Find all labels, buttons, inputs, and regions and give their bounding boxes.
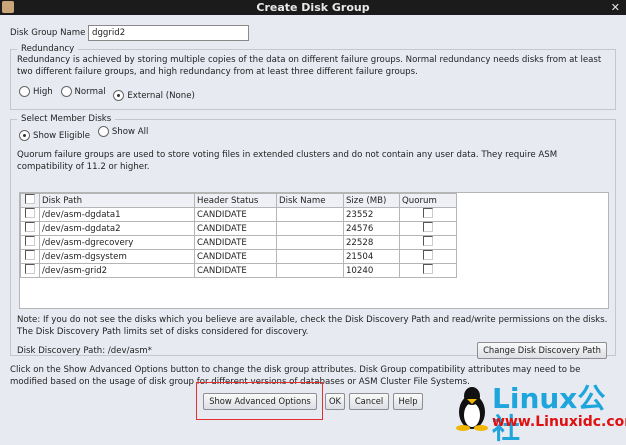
col-disk-name[interactable]: Disk Name bbox=[275, 193, 344, 208]
tux-icon bbox=[456, 387, 488, 431]
cell-header-status: CANDIDATE bbox=[194, 221, 277, 236]
table-row[interactable]: /dev/asm-dgsystem CANDIDATE 21504 bbox=[20, 249, 457, 264]
row-select-checkbox[interactable] bbox=[25, 208, 35, 218]
cell-size: 24576 bbox=[342, 221, 401, 236]
member-disks-legend: Select Member Disks bbox=[21, 114, 112, 124]
col-header-status[interactable]: Header Status bbox=[194, 193, 277, 208]
discovery-path: Disk Discovery Path: /dev/asm* bbox=[17, 346, 152, 356]
cell-size: 10240 bbox=[342, 263, 401, 278]
cell-disk-path: /dev/asm-grid2 bbox=[39, 263, 195, 278]
radio-show-eligible[interactable]: Show Eligible bbox=[19, 130, 90, 141]
cell-header-status: CANDIDATE bbox=[194, 263, 277, 278]
cell-disk-path: /dev/asm-dgrecovery bbox=[39, 235, 195, 250]
help-button[interactable]: Help bbox=[393, 393, 423, 410]
disk-table: Disk Path Header Status Disk Name Size (… bbox=[20, 193, 457, 278]
cell-size: 21504 bbox=[342, 249, 401, 264]
redundancy-legend: Redundancy bbox=[21, 44, 75, 54]
quorum-checkbox[interactable] bbox=[423, 222, 433, 232]
title-bar: Create Disk Group ✕ bbox=[0, 0, 626, 15]
quorum-checkbox[interactable] bbox=[423, 264, 433, 274]
quorum-note: Quorum failure groups are used to store … bbox=[17, 150, 558, 172]
watermark-logo: Linux公社 www.Linuxidc.com bbox=[452, 382, 626, 444]
disk-group-name-input[interactable]: dggrid2 bbox=[88, 25, 249, 41]
cell-header-status: CANDIDATE bbox=[194, 207, 277, 222]
col-size[interactable]: Size (MB) bbox=[342, 193, 401, 208]
change-discovery-path-button[interactable]: Change Disk Discovery Path bbox=[477, 342, 607, 359]
table-row[interactable]: /dev/asm-grid2 CANDIDATE 10240 bbox=[20, 263, 457, 278]
cell-header-status: CANDIDATE bbox=[194, 249, 277, 264]
redundancy-group: Redundancy Redundancy is achieved by sto… bbox=[10, 44, 616, 110]
cell-disk-name bbox=[275, 249, 344, 264]
quorum-checkbox[interactable] bbox=[423, 250, 433, 260]
quorum-checkbox[interactable] bbox=[423, 236, 433, 246]
show-advanced-options-button[interactable]: Show Advanced Options bbox=[203, 393, 317, 410]
ok-button[interactable]: OK bbox=[325, 393, 345, 410]
row-select-checkbox[interactable] bbox=[25, 250, 35, 260]
disk-table-container: Disk Path Header Status Disk Name Size (… bbox=[19, 192, 609, 309]
cell-disk-name bbox=[275, 263, 344, 278]
cancel-button[interactable]: Cancel bbox=[349, 393, 389, 410]
cell-disk-path: /dev/asm-dgsystem bbox=[39, 249, 195, 264]
cell-disk-path: /dev/asm-dgdata2 bbox=[39, 221, 195, 236]
java-app-icon bbox=[2, 1, 14, 13]
discovery-note: Note: If you do not see the disks which … bbox=[17, 315, 608, 337]
radio-label: High bbox=[33, 86, 53, 97]
radio-normal[interactable]: Normal bbox=[60, 86, 106, 97]
member-disks-group: Select Member Disks Show Eligible Show A… bbox=[10, 114, 616, 359]
radio-label: Normal bbox=[74, 86, 106, 97]
cell-header-status: CANDIDATE bbox=[194, 235, 277, 250]
radio-external[interactable]: External (None) bbox=[113, 90, 195, 101]
window-title: Create Disk Group bbox=[256, 1, 370, 14]
disk-group-name-label: Disk Group Name bbox=[10, 28, 86, 38]
select-all-checkbox[interactable] bbox=[25, 194, 35, 204]
quorum-checkbox[interactable] bbox=[423, 208, 433, 218]
radio-show-all[interactable]: Show All bbox=[97, 126, 149, 137]
close-icon[interactable]: ✕ bbox=[611, 0, 620, 15]
table-header: Disk Path Header Status Disk Name Size (… bbox=[20, 193, 457, 208]
radio-label: Show Eligible bbox=[33, 130, 91, 141]
row-select-checkbox[interactable] bbox=[25, 222, 35, 232]
cell-disk-path: /dev/asm-dgdata1 bbox=[39, 207, 195, 222]
cell-disk-name bbox=[275, 207, 344, 222]
cell-disk-name bbox=[275, 235, 344, 250]
watermark-url: www.Linuxidc.com bbox=[492, 414, 626, 430]
radio-high[interactable]: High bbox=[19, 86, 53, 97]
table-row[interactable]: /dev/asm-dgrecovery CANDIDATE 22528 bbox=[20, 235, 457, 250]
col-quorum[interactable]: Quorum bbox=[399, 193, 457, 208]
table-row[interactable]: /dev/asm-dgdata1 CANDIDATE 23552 bbox=[20, 207, 457, 222]
table-row[interactable]: /dev/asm-dgdata2 CANDIDATE 24576 bbox=[20, 221, 457, 236]
redundancy-description: Redundancy is achieved by storing multip… bbox=[17, 55, 602, 77]
cell-size: 23552 bbox=[342, 207, 401, 222]
col-disk-path[interactable]: Disk Path bbox=[39, 193, 195, 208]
row-select-checkbox[interactable] bbox=[25, 264, 35, 274]
redundancy-options: High Normal External (None) bbox=[11, 78, 615, 101]
cell-size: 22528 bbox=[342, 235, 401, 250]
radio-label: Show All bbox=[111, 126, 149, 137]
row-select-checkbox[interactable] bbox=[25, 236, 35, 246]
cell-disk-name bbox=[275, 221, 344, 236]
radio-label: External (None) bbox=[127, 90, 195, 101]
